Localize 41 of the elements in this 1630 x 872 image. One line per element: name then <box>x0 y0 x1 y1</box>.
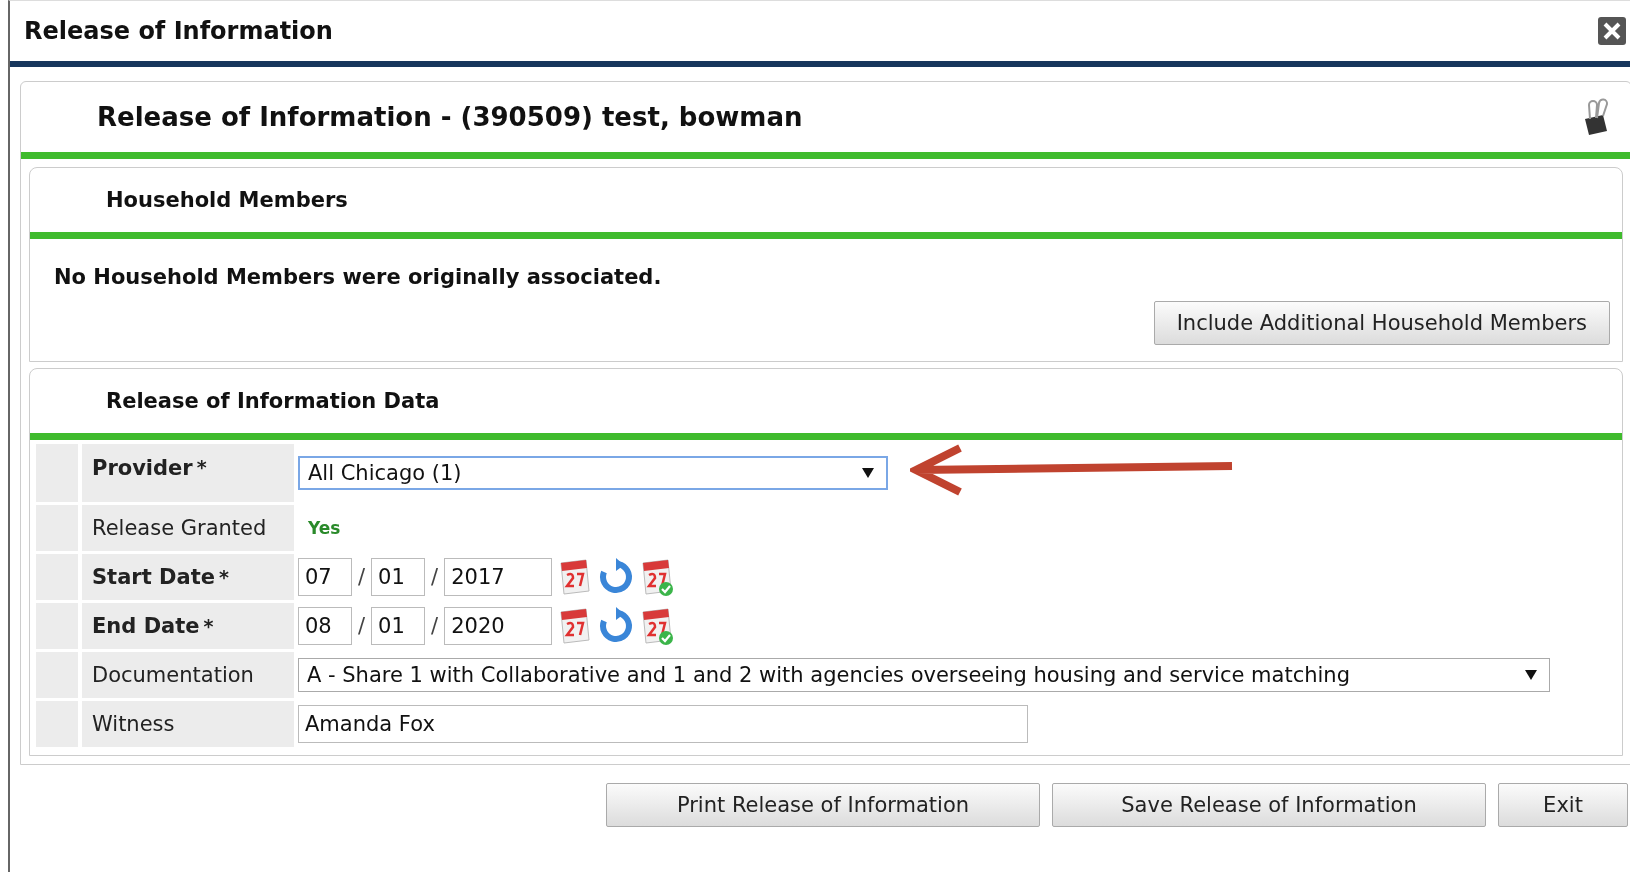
field-label: Documentation <box>92 663 254 687</box>
field-label: End Date <box>92 614 200 638</box>
select-field[interactable]: A - Share 1 with Collaborative and 1 and 2 with agencies overseeing housing and service matching <box>298 658 1550 692</box>
date-separator: / <box>358 565 366 589</box>
required-mark: * <box>203 615 214 637</box>
section-title: Household Members <box>30 168 1622 239</box>
status-value: Yes <box>307 518 341 538</box>
field-label: Start Date <box>92 565 215 589</box>
day-field[interactable]: 01 <box>371 558 426 596</box>
window-title: Release of Information <box>24 17 333 45</box>
action-button[interactable]: Print Release of Information <box>606 783 1040 827</box>
field-label: Witness <box>92 712 175 736</box>
date-separator: / <box>358 614 366 638</box>
refresh-icon[interactable] <box>598 558 635 596</box>
action-button[interactable]: Save Release of Information <box>1052 783 1486 827</box>
month-field[interactable]: 08 <box>298 607 352 645</box>
witness-field[interactable]: Amanda Fox <box>298 705 1028 743</box>
form-title: Release of Information - (390509) test, bowman <box>97 102 803 132</box>
dropdown-caret-icon <box>1525 670 1537 680</box>
date-separator: / <box>431 614 439 638</box>
household-message: No Household Members were originally associated. <box>53 264 663 289</box>
include-members-button[interactable]: Include Additional Household Members <box>1153 301 1610 345</box>
field-label: Provider <box>92 456 193 480</box>
year-field[interactable]: 2017 <box>444 558 553 596</box>
close-icon[interactable] <box>1598 17 1626 45</box>
calendar-check-icon[interactable] <box>640 606 675 646</box>
dropdown-caret-icon <box>862 468 874 478</box>
year-field[interactable]: 2020 <box>444 607 553 645</box>
calendar-check-icon[interactable] <box>640 557 675 597</box>
date-separator: / <box>431 565 439 589</box>
action-button[interactable]: Exit <box>1498 783 1628 827</box>
calendar-icon[interactable] <box>558 606 593 646</box>
day-field[interactable]: 01 <box>371 607 426 645</box>
required-mark: * <box>196 456 207 478</box>
select-field[interactable]: All Chicago (1) <box>298 456 888 490</box>
refresh-icon[interactable] <box>598 607 635 645</box>
section-title: Release of Information Data <box>30 369 1622 440</box>
month-field[interactable]: 07 <box>298 558 352 596</box>
calendar-icon[interactable] <box>558 557 593 597</box>
field-label: Release Granted <box>92 516 267 540</box>
required-mark: * <box>218 566 229 588</box>
